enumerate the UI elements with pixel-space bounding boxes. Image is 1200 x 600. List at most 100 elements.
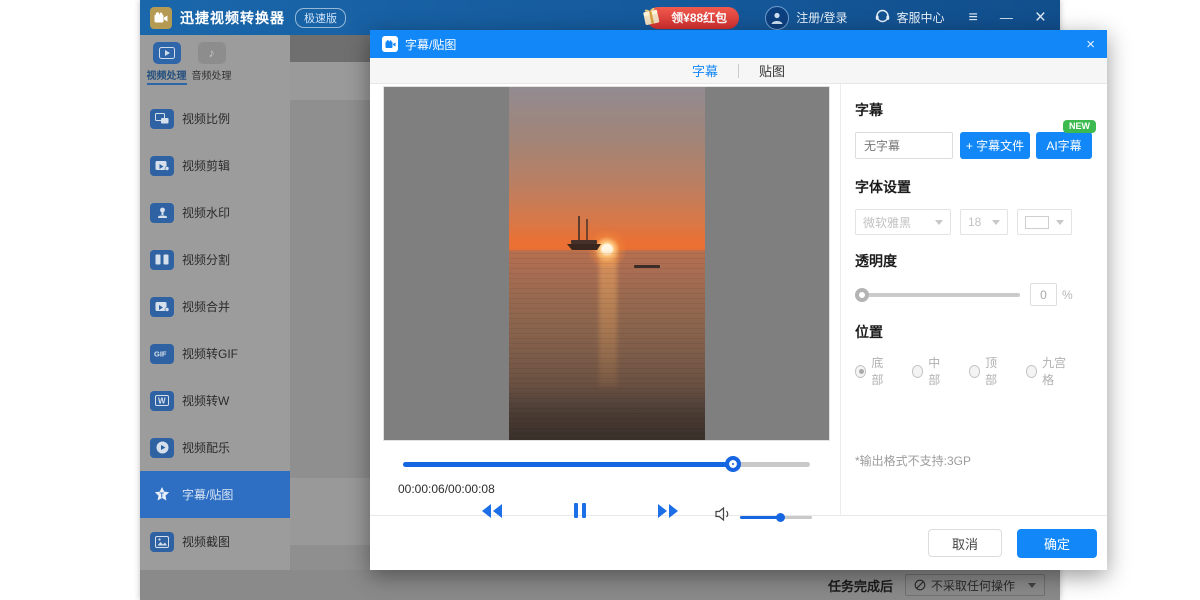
after-task-value: 不采取任何操作 <box>931 577 1028 594</box>
radio-icon <box>969 365 980 378</box>
opacity-thumb[interactable] <box>855 288 869 302</box>
sidebar-item-video-split[interactable]: 视频分割 <box>140 236 290 283</box>
cancel-button[interactable]: 取消 <box>928 529 1002 557</box>
video-clip-icon <box>150 156 174 176</box>
water-ripples <box>509 253 705 440</box>
dialog-title: 字幕/贴图 <box>405 36 456 53</box>
volume-slider[interactable] <box>740 511 812 523</box>
subtitle-input[interactable] <box>855 132 953 159</box>
dialog-header: 字幕/贴图 × <box>370 30 1107 58</box>
subtitle-settings-panel: 字幕 + 字幕文件 AI字幕 NEW 字体设置 微软雅黑 <box>840 84 1107 515</box>
radio-icon <box>1026 365 1037 378</box>
video-to-w-icon: W <box>150 391 174 411</box>
promo-button[interactable]: 领¥88红包 <box>647 7 739 29</box>
sidebar-tab-video[interactable]: 视频处理 <box>144 42 189 85</box>
sidebar-tab-audio-label: 音频处理 <box>192 67 232 82</box>
subtitle-file-button[interactable]: + 字幕文件 <box>960 132 1030 159</box>
font-color-select[interactable] <box>1017 209 1072 235</box>
chevron-down-icon <box>1028 583 1036 588</box>
video-ratio-icon <box>150 109 174 129</box>
font-size-select[interactable]: 18 <box>960 209 1008 235</box>
subtitle-heading: 字幕 <box>855 100 1093 120</box>
headset-icon <box>874 8 891 28</box>
sidebar-item-video-merge[interactable]: 视频合并 <box>140 283 290 330</box>
app-logo-icon <box>150 7 172 29</box>
caret-down-icon <box>1056 220 1064 225</box>
ai-subtitle-button[interactable]: AI字幕 <box>1036 132 1092 159</box>
login-label: 注册/登录 <box>796 9 847 26</box>
status-bar: 任务完成后 不采取任何操作 <box>140 570 1060 600</box>
sidebar-item-video-ratio[interactable]: 视频比例 <box>140 95 290 142</box>
sailboat-silhouette <box>563 214 609 261</box>
subtitle-sticker-icon: T <box>150 485 174 505</box>
new-badge: NEW <box>1063 120 1096 133</box>
after-task-label: 任务完成后 <box>828 576 893 595</box>
caret-down-icon <box>935 220 943 225</box>
sidebar-item-video-watermark[interactable]: 视频水印 <box>140 189 290 236</box>
app-title: 迅捷视频转换器 <box>180 8 285 28</box>
volume-thumb[interactable] <box>776 513 785 522</box>
tab-subtitle[interactable]: 字幕 <box>692 61 718 80</box>
login-group[interactable]: 注册/登录 <box>765 6 847 30</box>
pause-button[interactable] <box>573 502 587 519</box>
video-music-icon <box>150 438 174 458</box>
video-screenshot-icon <box>150 532 174 552</box>
sidebar-tab-audio[interactable]: ♪ 音频处理 <box>189 42 234 85</box>
fast-forward-button[interactable] <box>656 503 680 519</box>
video-split-icon <box>150 250 174 270</box>
opacity-heading: 透明度 <box>855 251 1093 271</box>
no-action-icon <box>914 579 926 591</box>
video-watermark-icon <box>150 203 174 223</box>
radio-icon <box>855 365 866 378</box>
subtitle-dialog: 字幕/贴图 × 字幕 贴图 <box>370 30 1107 570</box>
support-group[interactable]: 客服中心 <box>874 8 945 28</box>
sidebar-item-subtitle-sticker[interactable]: T 字幕/贴图 <box>140 471 290 518</box>
tab-divider <box>738 64 739 78</box>
sidebar-item-video-to-gif[interactable]: GIF 视频转GIF <box>140 330 290 377</box>
sidebar-item-video-to-w[interactable]: W 视频转W <box>140 377 290 424</box>
sidebar-item-video-music[interactable]: 视频配乐 <box>140 424 290 471</box>
sidebar-item-video-clip[interactable]: 视频剪辑 <box>140 142 290 189</box>
player-controls <box>370 502 840 536</box>
video-processing-icon <box>153 42 181 64</box>
seek-slider[interactable] <box>403 456 810 472</box>
seek-thumb[interactable] <box>725 456 741 472</box>
color-swatch <box>1025 216 1049 229</box>
menu-icon[interactable]: ≡ <box>969 10 978 26</box>
radio-icon <box>912 365 923 378</box>
sidebar-item-video-screenshot[interactable]: 视频截图 <box>140 518 290 565</box>
distant-boat <box>634 265 660 268</box>
dialog-close-icon[interactable]: × <box>1086 37 1095 52</box>
timecode: 00:00:06/00:00:08 <box>398 482 495 496</box>
ok-button[interactable]: 确定 <box>1017 529 1097 558</box>
screen: 迅捷视频转换器 极速版 领¥88红包 注册/登录 客服中心 <box>0 0 1200 600</box>
svg-text:W: W <box>158 397 166 406</box>
rewind-button[interactable] <box>480 503 504 519</box>
position-heading: 位置 <box>855 322 1093 342</box>
opacity-slider[interactable] <box>855 288 1020 302</box>
position-radio-bottom[interactable]: 底部 <box>855 354 892 388</box>
position-radio-middle[interactable]: 中部 <box>912 354 949 388</box>
preview-column: 00:00:06/00:00:08 <box>370 84 840 515</box>
app-window: 迅捷视频转换器 极速版 领¥88红包 注册/登录 客服中心 <box>140 0 1060 600</box>
tab-sticker[interactable]: 贴图 <box>759 61 785 80</box>
edition-badge: 极速版 <box>295 8 346 28</box>
support-label: 客服中心 <box>897 9 945 26</box>
opacity-unit: % <box>1062 288 1073 302</box>
font-family-select[interactable]: 微软雅黑 <box>855 209 951 235</box>
dialog-logo-icon <box>382 36 398 52</box>
after-task-dropdown[interactable]: 不采取任何操作 <box>905 574 1045 596</box>
window-close-icon[interactable]: × <box>1035 8 1046 27</box>
volume-icon[interactable] <box>714 506 732 527</box>
position-radio-grid[interactable]: 九宫格 <box>1026 354 1073 388</box>
promo-label: 领¥88红包 <box>671 9 727 26</box>
avatar-icon <box>765 6 789 30</box>
position-radio-top[interactable]: 顶部 <box>969 354 1006 388</box>
font-settings-heading: 字体设置 <box>855 177 1093 197</box>
minimize-icon[interactable]: — <box>1000 11 1013 24</box>
svg-text:GIF: GIF <box>154 350 167 359</box>
opacity-value[interactable]: 0 <box>1030 283 1057 306</box>
dialog-tabs: 字幕 贴图 <box>370 58 1107 84</box>
gift-icon <box>639 4 663 31</box>
sidebar-tab-video-label: 视频处理 <box>147 67 187 85</box>
